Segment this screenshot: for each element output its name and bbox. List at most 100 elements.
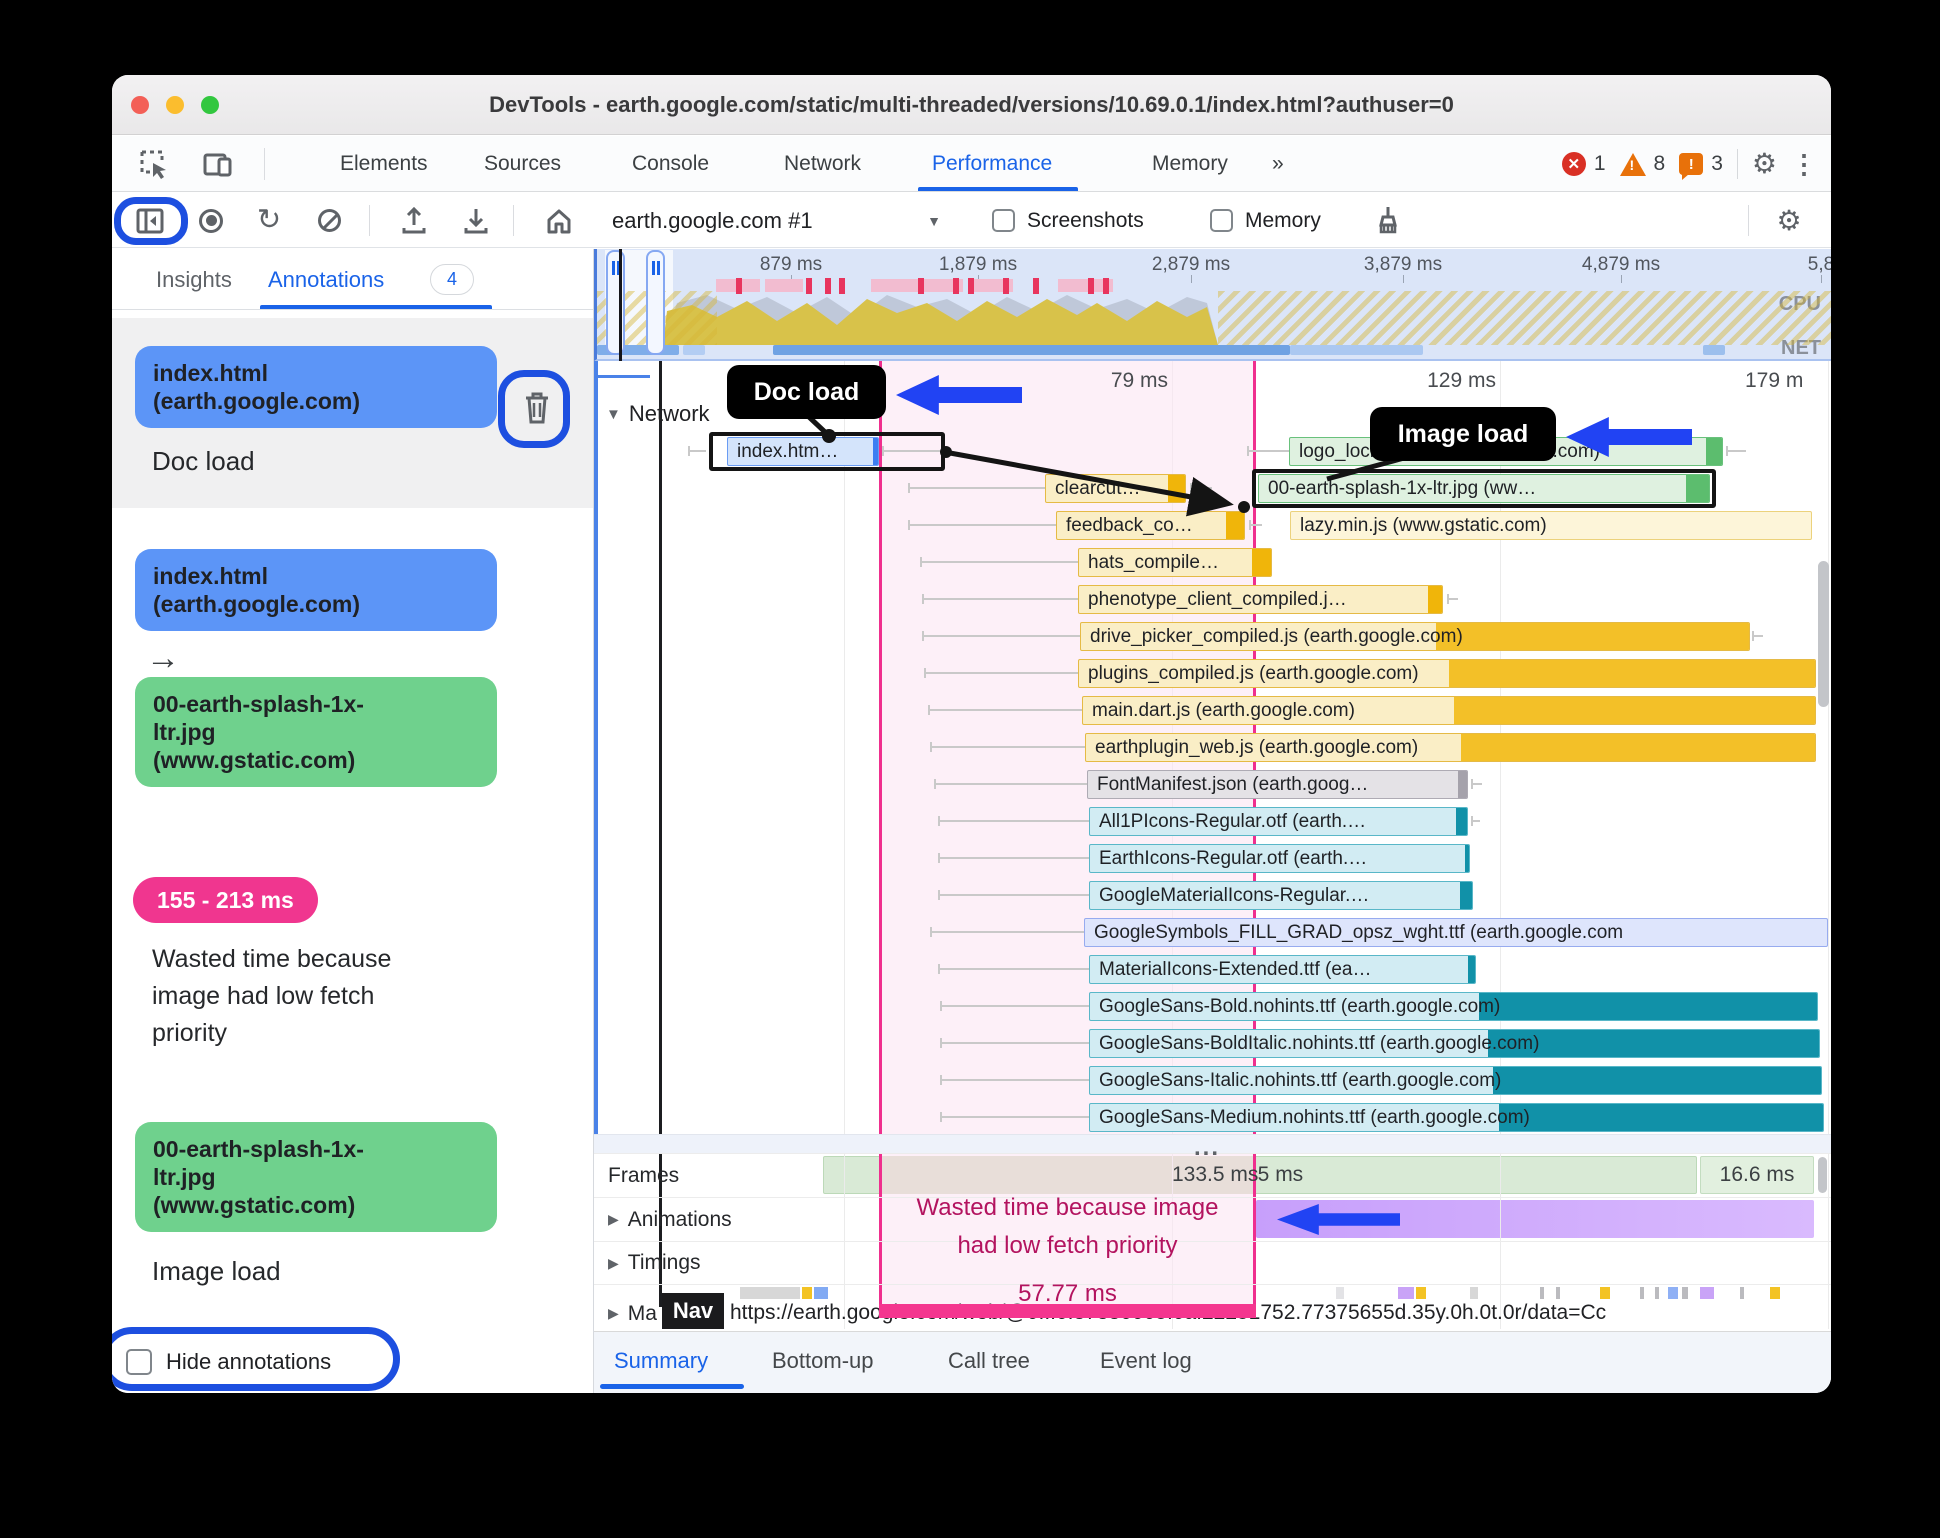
details-tab-summary[interactable]: Summary [614, 1332, 708, 1390]
details-tab-bottomup[interactable]: Bottom-up [772, 1332, 874, 1390]
warning-count: 8 [1653, 152, 1666, 175]
capture-settings-gear-icon[interactable]: ⚙ [1772, 193, 1806, 248]
network-track-header[interactable]: ▼ Network [606, 401, 710, 427]
network-request-bar[interactable]: GoogleSans-Italic.nohints.ttf (earth.goo… [1089, 1066, 1822, 1095]
expand-main-icon[interactable]: ▶ [608, 1305, 619, 1322]
close-window-button[interactable] [131, 96, 149, 114]
long-task-marker [1033, 278, 1039, 294]
tab-console[interactable]: Console [632, 136, 709, 192]
network-request-bar[interactable]: GoogleMaterialIcons-Regular.… [1089, 881, 1473, 910]
network-request-bar[interactable]: GoogleSans-Medium.nohints.ttf (earth.goo… [1089, 1103, 1824, 1132]
warning-badge[interactable]: 8 [1619, 152, 1666, 176]
error-count: 1 [1593, 152, 1606, 175]
toggle-sidebar-button[interactable] [132, 193, 168, 248]
hide-annotations-toggle[interactable]: Hide annotations [126, 1349, 331, 1375]
waterfall-scrollbar-thumb[interactable] [1818, 561, 1829, 707]
collapsed-rows-ellipsis[interactable]: ... [1194, 1134, 1220, 1162]
tab-[interactable]: » [1272, 136, 1284, 192]
tab-annotations[interactable]: Annotations [268, 249, 384, 310]
request-label: GoogleSans-Bold.nohints.ttf (earth.googl… [1099, 995, 1501, 1017]
annotation-entry-image-load-pill[interactable]: 00-earth-splash-1x-ltr.jpg (www.gstatic.c… [135, 1122, 497, 1232]
network-request-bar[interactable]: hats_compile… [1078, 548, 1272, 577]
network-request-bar[interactable]: plugins_compiled.js (earth.google.com) [1078, 659, 1816, 688]
device-toolbar-icon[interactable] [202, 148, 234, 180]
annotations-count-badge: 4 [430, 264, 474, 295]
request-label: FontManifest.json (earth.goog… [1097, 773, 1369, 795]
expand-timings-icon[interactable]: ▶ [608, 1255, 619, 1272]
settings-gear-icon[interactable]: ⚙ [1752, 150, 1777, 178]
details-tab-eventlog[interactable]: Event log [1100, 1332, 1192, 1390]
expand-animations-icon[interactable]: ▶ [608, 1211, 619, 1228]
frames-scrollbar-thumb[interactable] [1818, 1157, 1827, 1193]
network-request-bar[interactable]: lazy.min.js (www.gstatic.com) [1290, 511, 1812, 540]
annotation-link-to-pill[interactable]: 00-earth-splash-1x-ltr.jpg (www.gstatic.c… [135, 677, 497, 787]
hide-annotations-checkbox[interactable] [126, 1349, 152, 1375]
zoom-window-button[interactable] [201, 96, 219, 114]
screenshots-checkbox[interactable] [992, 209, 1015, 232]
annotated-request-outline [709, 432, 945, 471]
network-request-bar[interactable]: MaterialIcons-Extended.ttf (ea… [1089, 955, 1476, 984]
screenshot-chip [1336, 1287, 1344, 1299]
more-options-icon[interactable]: ⋮ [1791, 151, 1817, 177]
screenshot-chip [1470, 1287, 1478, 1299]
memory-toggle[interactable]: Memory [1210, 193, 1321, 248]
annotation-entry-doc-load-pill[interactable]: index.html (earth.google.com) [135, 346, 497, 428]
history-select-caret-icon[interactable]: ▼ [924, 193, 944, 248]
long-task-marker [953, 278, 959, 294]
request-whisker [934, 779, 1087, 789]
history-select[interactable]: earth.google.com #1 [612, 193, 813, 248]
image-load-annotation-label[interactable]: Image load [1370, 407, 1556, 461]
delete-annotation-icon[interactable] [520, 389, 554, 427]
minimize-window-button[interactable] [166, 96, 184, 114]
network-request-bar[interactable]: earthplugin_web.js (earth.google.com) [1085, 733, 1816, 762]
collapse-network-icon[interactable]: ▼ [606, 406, 621, 423]
memory-checkbox[interactable] [1210, 209, 1233, 232]
tab-network[interactable]: Network [784, 136, 861, 192]
reload-and-record-button[interactable]: ↻ [254, 193, 284, 248]
details-tab-calltree[interactable]: Call tree [948, 1332, 1030, 1390]
request-whisker [930, 927, 1084, 937]
save-profile-icon[interactable] [460, 193, 492, 248]
doc-load-annotation-label[interactable]: Doc load [727, 365, 886, 419]
tab-performance[interactable]: Performance [932, 136, 1052, 192]
long-task-marker [918, 278, 924, 294]
minimap-ruler-tick [1821, 275, 1822, 283]
screenshot-chip [1600, 1287, 1610, 1299]
annotation-time-range-pill[interactable]: 155 - 213 ms [133, 877, 318, 923]
home-icon[interactable] [542, 193, 576, 248]
screenshot-chip [1700, 1287, 1714, 1299]
minimap-ruler-label: 4,879 ms [1581, 254, 1661, 275]
network-request-bar[interactable]: GoogleSans-Bold.nohints.ttf (earth.googl… [1089, 992, 1818, 1021]
record-button[interactable] [196, 193, 226, 248]
minimap-right-handle[interactable] [646, 250, 665, 355]
net-activity-segment [683, 345, 705, 355]
request-end-cap [1428, 586, 1442, 613]
network-request-bar[interactable]: phenotype_client_compiled.j… [1078, 585, 1443, 614]
network-request-bar[interactable]: FontManifest.json (earth.goog… [1087, 770, 1468, 799]
network-request-bar[interactable]: drive_picker_compiled.js (earth.google.c… [1080, 622, 1750, 651]
issues-badge[interactable]: ! 3 [1679, 152, 1723, 180]
inspect-element-icon[interactable] [138, 148, 170, 180]
tab-elements[interactable]: Elements [340, 136, 428, 192]
tab-sources[interactable]: Sources [484, 136, 561, 192]
tab-memory[interactable]: Memory [1152, 136, 1228, 192]
request-whisker [1190, 483, 1212, 493]
network-request-bar[interactable]: EarthIcons-Regular.otf (earth.… [1089, 844, 1470, 873]
screenshot-chip [1682, 1287, 1688, 1299]
error-badge[interactable]: ✕ 1 [1561, 152, 1606, 176]
clear-recording-button[interactable] [314, 193, 344, 248]
network-request-bar[interactable]: All1PIcons-Regular.otf (earth.… [1089, 807, 1468, 836]
network-request-bar[interactable]: GoogleSans-BoldItalic.nohints.ttf (earth… [1089, 1029, 1820, 1058]
screenshots-toggle[interactable]: Screenshots [992, 193, 1144, 248]
timeline-overview-minimap[interactable]: CPU NET 879 ms1,879 ms2,879 ms3,879 ms4,… [594, 249, 1831, 361]
minimap-left-handle[interactable] [606, 250, 625, 355]
network-request-bar[interactable]: clearcut… [1045, 474, 1186, 503]
annotation-entry-doc-load-label: Doc load [152, 446, 255, 476]
network-request-bar[interactable]: main.dart.js (earth.google.com) [1082, 696, 1816, 725]
tab-insights[interactable]: Insights [156, 249, 232, 310]
network-request-bar[interactable]: feedback_co… [1056, 511, 1245, 540]
network-request-bar[interactable]: GoogleSymbols_FILL_GRAD_opsz_wght.ttf (e… [1084, 918, 1828, 947]
annotation-link-from-pill[interactable]: index.html (earth.google.com) [135, 549, 497, 631]
collect-garbage-icon[interactable] [1370, 193, 1406, 248]
load-profile-icon[interactable] [398, 193, 430, 248]
